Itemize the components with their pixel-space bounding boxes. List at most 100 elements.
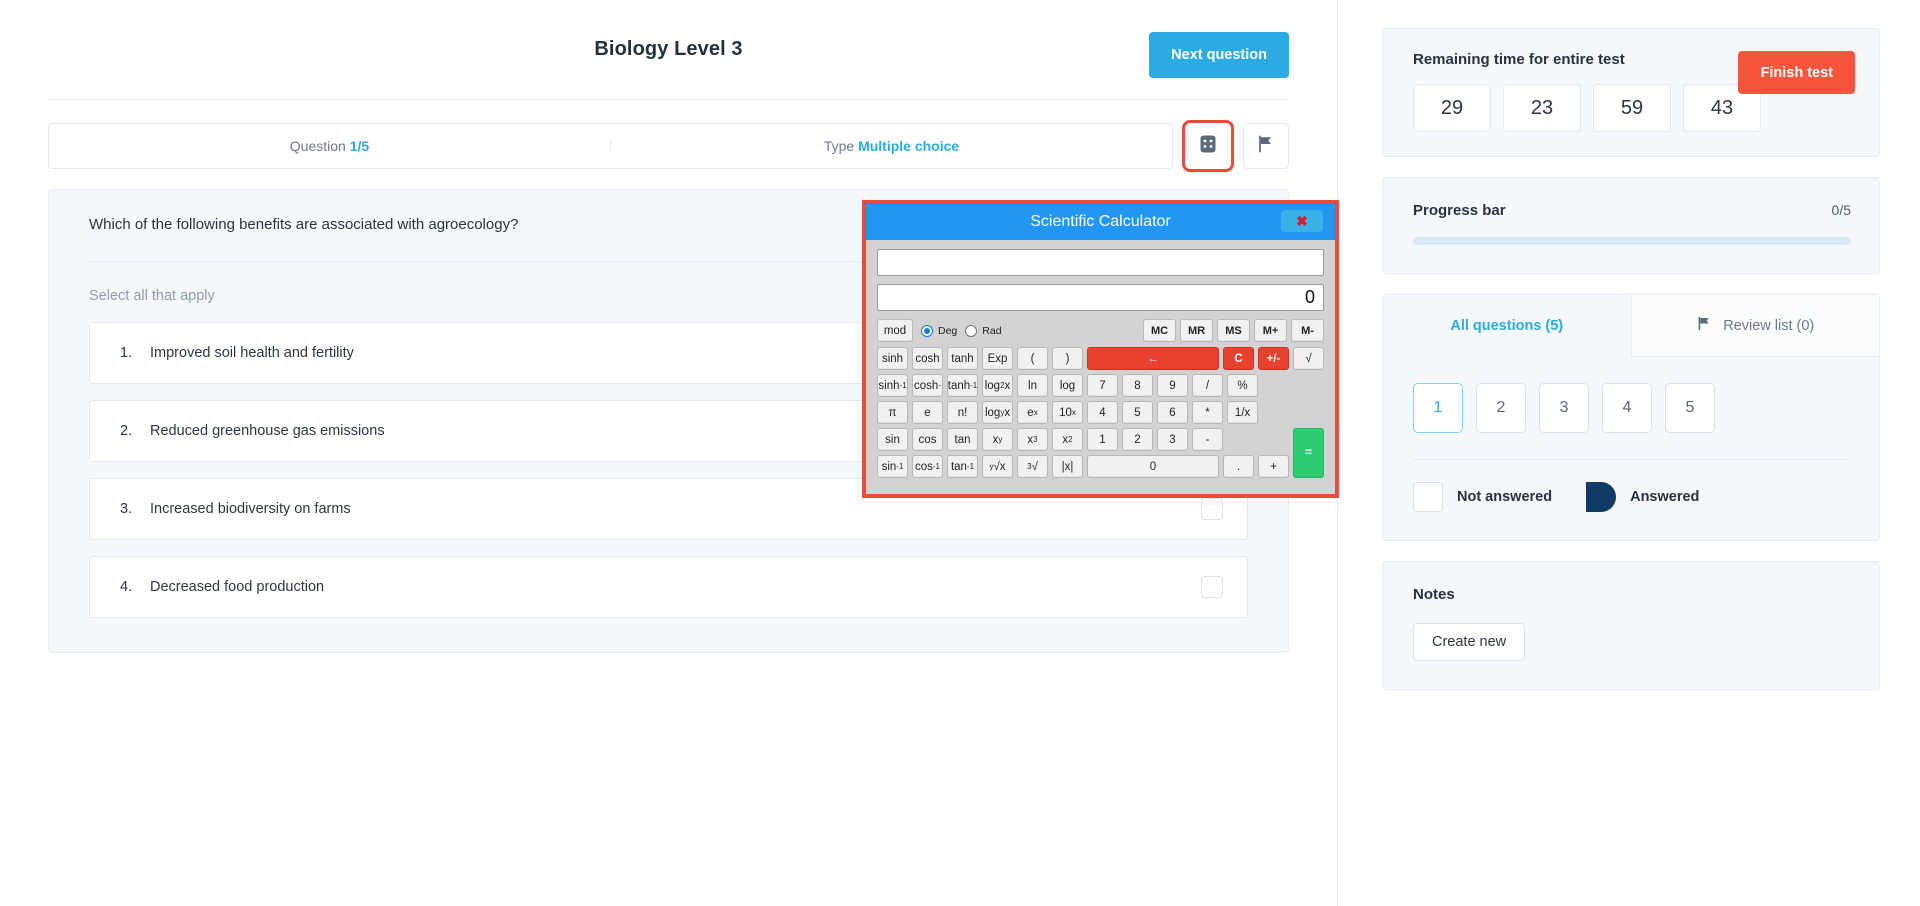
calc-key-close-paren[interactable]: ) [1052,347,1083,370]
tab-all-questions[interactable]: All questions (5) [1383,295,1631,357]
calc-key-absolute[interactable]: |x| [1052,455,1083,478]
question-number-4[interactable]: 4 [1602,383,1652,433]
calc-key-nth-root[interactable]: y √x [982,455,1013,478]
question-counter-value: 1/5 [349,138,370,154]
choice-option[interactable]: 4. Decreased food production [89,556,1248,618]
choice-label: Increased biodiversity on farms [150,501,351,517]
calc-key-4[interactable]: 4 [1087,401,1118,424]
calc-key-decimal[interactable]: . [1223,455,1254,478]
angle-mode-rad[interactable]: Rad [965,324,1002,337]
calculator-result-display[interactable]: 0 [877,284,1324,311]
calc-key-x-power-y[interactable]: xy [982,428,1013,451]
calc-key-log[interactable]: log [1052,374,1083,397]
calculator-mode-row: mod Deg Rad MC MR MS M+ M- [877,319,1324,342]
calc-key-atanh[interactable]: tanh -1 [947,374,978,397]
question-number-1[interactable]: 1 [1413,383,1463,433]
calc-key-pi[interactable]: π [877,401,908,424]
choice-checkbox[interactable] [1201,576,1223,598]
next-question-button[interactable]: Next question [1149,32,1289,78]
calc-key-backspace[interactable]: ← [1087,347,1219,370]
calc-key-mod[interactable]: mod [877,319,913,342]
angle-mode-deg[interactable]: Deg [921,324,957,337]
question-type-label: Type [823,138,855,154]
calc-key-atan[interactable]: tan -1 [947,455,978,478]
calc-key-tan[interactable]: tan [947,428,978,451]
calc-key-2[interactable]: 2 [1122,428,1153,451]
calc-key-x-cubed[interactable]: x3 [1017,428,1048,451]
calc-key-sqrt[interactable]: √ [1293,347,1324,370]
calc-key-mc[interactable]: MC [1143,319,1176,342]
calc-key-minus[interactable]: - [1192,428,1223,451]
radio-deg-icon[interactable] [921,324,933,337]
radio-rad-icon[interactable] [965,324,978,337]
calc-key-9[interactable]: 9 [1157,374,1188,397]
tab-review-list[interactable]: Review list (0) [1630,295,1879,357]
calc-key-m-plus[interactable]: M+ [1254,319,1287,342]
calc-key-3[interactable]: 3 [1157,428,1188,451]
choice-checkbox[interactable] [1201,498,1223,520]
notes-panel: Notes Create new [1382,561,1880,690]
choice-number: 4. [120,579,133,595]
calc-key-8[interactable]: 8 [1122,374,1153,397]
calc-key-mr[interactable]: MR [1180,319,1213,342]
calc-key-cosh[interactable]: cosh [912,347,943,370]
calculator-toggle-button[interactable] [1182,120,1234,172]
calculator-expression-display[interactable] [877,249,1324,276]
calc-key-cube-root[interactable]: 3 √ [1017,455,1048,478]
calc-key-tanh[interactable]: tanh [947,347,978,370]
calc-key-ms[interactable]: MS [1217,319,1250,342]
calc-key-1[interactable]: 1 [1087,428,1118,451]
question-number-2[interactable]: 2 [1476,383,1526,433]
calc-key-ln[interactable]: ln [1017,374,1048,397]
calc-key-log2x[interactable]: log 2 x [982,374,1013,397]
create-note-button[interactable]: Create new [1413,623,1526,661]
scientific-calculator: Scientific Calculator ✖ 0 mod Deg Rad MC… [862,200,1339,498]
calc-key-e[interactable]: e [912,401,943,424]
calc-key-sign-toggle[interactable]: +/- [1258,347,1289,370]
progress-count: 0/5 [1831,202,1851,218]
calc-key-asinh[interactable]: sinh -1 [877,374,908,397]
calc-key-cos[interactable]: cos [912,428,943,451]
question-nav-panel: All questions (5) Review list (0) 1 2 3 [1382,294,1880,541]
question-number-list: 1 2 3 4 5 [1383,357,1879,433]
question-number-5[interactable]: 5 [1665,383,1715,433]
calc-key-e-power-x[interactable]: ex [1017,401,1048,424]
question-counter-label: Question [289,138,346,154]
calc-key-6[interactable]: 6 [1157,401,1188,424]
calc-key-logyx[interactable]: log y x [982,401,1013,424]
calc-key-multiply[interactable]: * [1192,401,1223,424]
close-x-icon[interactable]: ✖ [1281,210,1323,232]
choice-label: Decreased food production [150,579,325,595]
calc-key-acosh[interactable]: cosh - [912,374,943,397]
calc-key-clear[interactable]: C [1223,347,1254,370]
question-number-3[interactable]: 3 [1539,383,1589,433]
finish-test-button[interactable]: Finish test [1738,51,1855,94]
calc-key-reciprocal[interactable]: 1/x [1227,401,1258,424]
calc-key-factorial[interactable]: n! [947,401,978,424]
calc-key-ten-power-x[interactable]: 10 x [1052,401,1083,424]
calc-key-7[interactable]: 7 [1087,374,1118,397]
calc-key-5[interactable]: 5 [1122,401,1153,424]
calculator-row-4: sin cos tan xy x3 x2 1 2 3 - [877,428,1289,451]
calc-key-asin[interactable]: sin -1 [877,455,908,478]
calc-key-sinh[interactable]: sinh [877,347,908,370]
calc-key-exp[interactable]: Exp [982,347,1013,370]
calc-key-acos[interactable]: cos -1 [912,455,943,478]
calculator-title-bar[interactable]: Scientific Calculator ✖ [866,204,1335,240]
calc-key-percent[interactable]: % [1227,374,1258,397]
flag-question-button[interactable] [1243,123,1289,169]
calc-key-x-squared[interactable]: x2 [1052,428,1083,451]
calc-key-sin[interactable]: sin [877,428,908,451]
progress-bar [1413,237,1851,245]
calc-key-divide[interactable]: / [1192,374,1223,397]
calc-key-m-minus[interactable]: M- [1291,319,1324,342]
page-title: Biology Level 3 [594,38,743,60]
calculator-row-2: sinh -1 cosh - tanh -1 log 2 x ln log 7 8 9 /… [877,374,1324,397]
calc-key-0[interactable]: 0 [1087,455,1219,478]
calc-key-plus[interactable]: + [1258,455,1289,478]
progress-header: Progress bar 0/5 [1413,202,1851,219]
question-meta-bar: Question 1/5 Type Multiple choice [48,120,1289,172]
calc-key-equals[interactable]: = [1293,428,1324,478]
calc-key-open-paren[interactable]: ( [1017,347,1048,370]
legend-swatch-answered [1586,482,1617,512]
